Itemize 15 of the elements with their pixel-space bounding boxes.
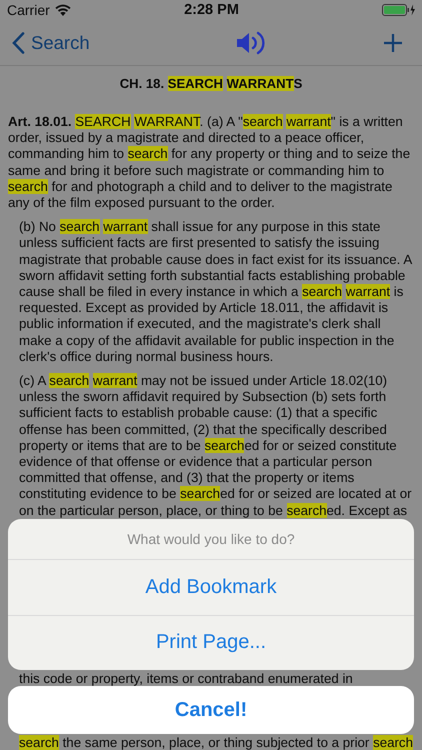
action-button[interactable]: Print Page...: [8, 616, 414, 670]
action-button[interactable]: Add Bookmark: [8, 560, 414, 616]
add-icon[interactable]: [383, 32, 403, 52]
battery-icon: [382, 4, 416, 16]
clock-time: 2:28 PM: [184, 2, 239, 18]
cancel-button[interactable]: Cancel!: [8, 686, 414, 734]
back-button[interactable]: Search: [12, 32, 90, 54]
speaker-icon[interactable]: [236, 30, 266, 56]
text-line: search the same person, place, or thing subjected to a prior search: [18, 735, 414, 750]
carrier-label: Carrier: [7, 2, 50, 18]
paragraph: Art. 18.01. SEARCH WARRANT. (a) A "search warrant" is a written order, issued by a magistrate and directed to a peace officer, commanding him to search for any property or thing and to seize the same and bring it before such magistrate or commanding him to search for and photograph a child and to deliver to the magistrate any of the film exposed pursuant to the order.: [8, 114, 412, 212]
wifi-icon: [54, 4, 71, 16]
chevron-icon: [12, 32, 25, 54]
sheet-title: What would you like to do?: [8, 519, 414, 560]
text-line: this code or property, items or contraband enumerated in: [18, 670, 354, 688]
